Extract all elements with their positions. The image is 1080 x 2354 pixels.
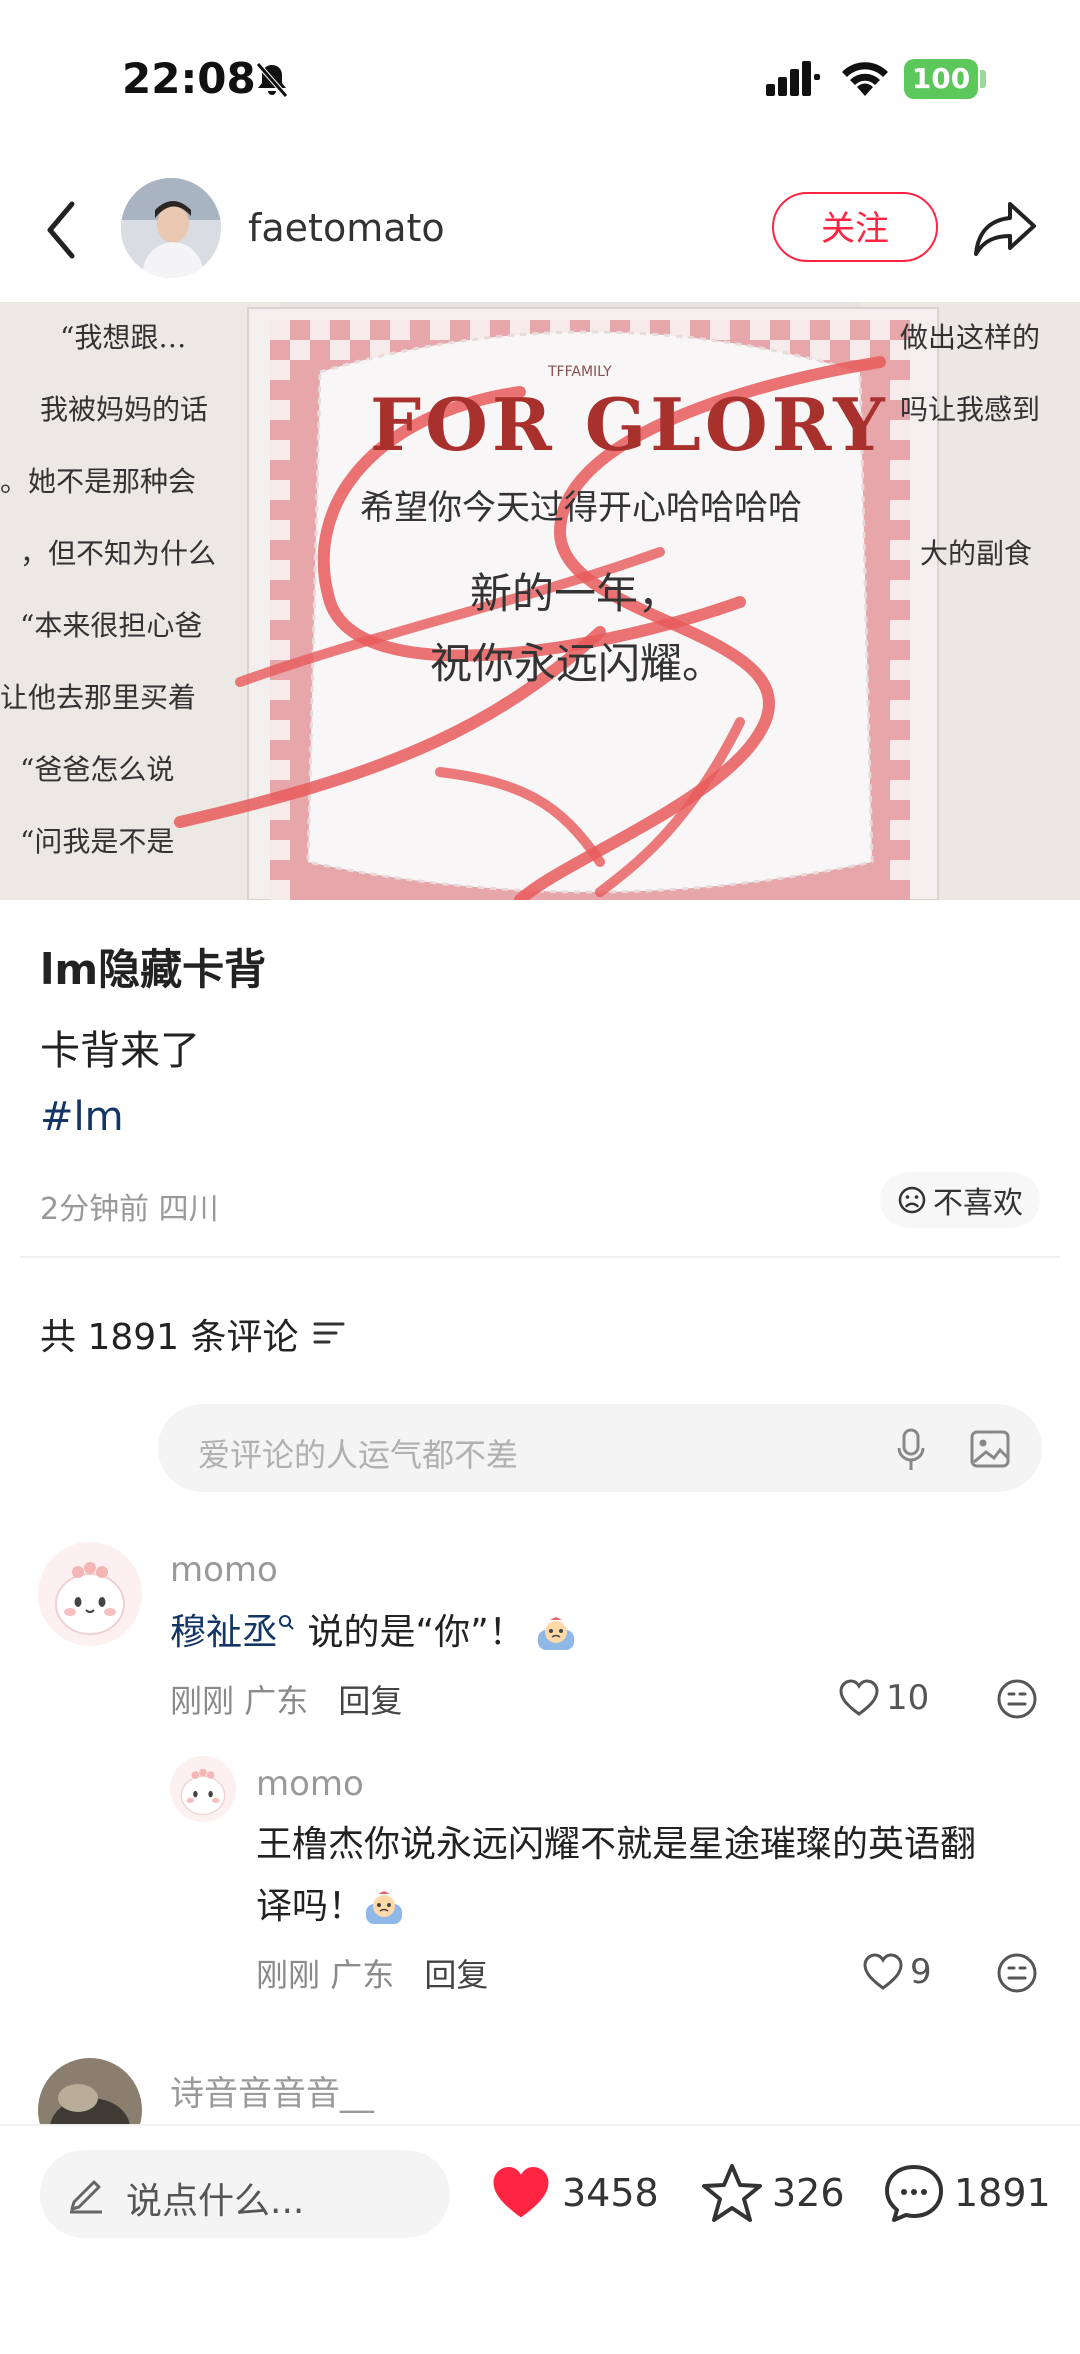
reply-avatar[interactable] (170, 1756, 236, 1822)
author-username[interactable]: faetomato (248, 206, 445, 250)
book-line: 做出这样的 (900, 321, 1041, 354)
bottom-bar-border (0, 2124, 1080, 2126)
book-line: ，但不知为什么 (20, 537, 217, 570)
comment-meta: 刚刚 广东 回复 (170, 1676, 402, 1722)
reply-text-line-end: 译吗！ (256, 1886, 365, 1927)
card-title: FOR GLORY (370, 382, 889, 467)
battery-indicator: 100 (904, 59, 978, 99)
reply-dislike-icon[interactable] (996, 1952, 1038, 1994)
favorite-button[interactable]: 326 (700, 2162, 845, 2224)
comment-dislike-icon[interactable] (996, 1678, 1038, 1720)
comment-count: 共 1891 条评论 (40, 1317, 299, 1358)
like-count: 3458 (562, 2171, 659, 2215)
comment-avatar[interactable] (38, 2058, 142, 2124)
star-icon (702, 2164, 762, 2222)
comment-author[interactable]: momo (170, 1550, 278, 1590)
microphone-icon[interactable] (896, 1428, 926, 1472)
book-line: 。她不是那种会 (0, 465, 197, 498)
dislike-button[interactable]: 不喜欢 (880, 1172, 1040, 1228)
comment-button[interactable]: 1891 (882, 2162, 1051, 2224)
heart-outline-icon (839, 1679, 879, 1716)
dislike-label: 不喜欢 (933, 1186, 1023, 1221)
follow-button[interactable]: 关注 (772, 192, 938, 262)
status-time: 22:08 (122, 54, 256, 103)
back-arrow-icon[interactable] (44, 200, 78, 260)
post-body: 卡背来了 (40, 1028, 200, 1074)
divider (20, 1256, 1060, 1258)
book-text-left: “我想跟… 我被妈妈的话 。她不是那种会 ，但不知为什么 “本来很担心爸 让他去… (0, 302, 260, 878)
search-icon (279, 1615, 294, 1630)
wifi-icon (842, 62, 888, 96)
reply-region: 广东 (330, 1956, 395, 1994)
frown-icon (898, 1186, 926, 1214)
card-brand: TFFAMILY (548, 364, 612, 380)
image-icon[interactable] (970, 1430, 1010, 1468)
book-line: 我被妈妈的话 (40, 393, 209, 426)
heart-filled-icon (493, 2167, 549, 2218)
comment-avatar[interactable] (38, 1542, 142, 1646)
like-button[interactable]: 3458 (488, 2164, 659, 2222)
reply-meta: 刚刚 广东 回复 (256, 1950, 488, 1996)
signal-icon (766, 61, 820, 96)
comment-like-count: 10 (886, 1678, 930, 1718)
reply-text: 王橹杰你说永远闪耀不就是星途璀璨的英语翻 译吗！ (256, 1814, 1056, 1938)
book-text-right: 做出这样的 吗让我感到 大的副食 (900, 302, 1040, 590)
reply-button[interactable]: 回复 (338, 1682, 402, 1720)
comment-author[interactable]: 诗音音音音__ (170, 2066, 374, 2115)
crying-emoji-icon (538, 1617, 575, 1650)
post-meta: 2分钟前 四川 (40, 1192, 219, 1227)
sort-icon[interactable] (312, 1318, 346, 1348)
reply-text-line-2: 译吗！ (256, 1876, 1056, 1938)
comment-body: 说的是“你”！ (307, 1612, 525, 1653)
book-line: “爸爸怎么说 (20, 753, 175, 786)
comment-region: 广东 (244, 1682, 309, 1720)
reply-author[interactable]: momo (256, 1764, 364, 1804)
battery-tip (980, 70, 986, 88)
heart-outline-icon (863, 1953, 903, 1990)
author-avatar[interactable] (121, 178, 221, 278)
comment-mention[interactable]: 穆祉丞 (170, 1612, 278, 1653)
comment-text: 穆祉丞 说的是“你”！ (170, 1602, 576, 1664)
book-line: “问我是不是 (20, 825, 175, 858)
book-line: 吗让我感到 (900, 393, 1041, 426)
reply-like-button[interactable]: 9 (862, 1952, 932, 1992)
reply-time: 刚刚 (256, 1956, 321, 1994)
chat-bubble-icon (885, 2165, 943, 2222)
book-line: “我想跟… (60, 321, 187, 354)
reply-button[interactable]: 回复 (424, 1956, 488, 1994)
comment-time: 刚刚 (170, 1682, 235, 1720)
card-handwriting-2: 新的一年， (470, 569, 681, 618)
favorite-count: 326 (772, 2171, 845, 2215)
book-line: 大的副食 (920, 537, 1033, 570)
post-photo[interactable]: TFFAMILY FOR GLORY 希望你今天过得开心哈哈哈哈 新的一年， 祝… (0, 302, 1080, 900)
reply-like-count: 9 (910, 1952, 932, 1992)
reply-text-line: 王橹杰你说永远闪耀不就是星途璀璨的英语翻 (256, 1824, 977, 1865)
post-hashtag[interactable]: #lm (40, 1094, 124, 1140)
comment-input-placeholder: 爱评论的人运气都不差 (198, 1436, 519, 1474)
book-line: “本来很担心爸 (20, 609, 203, 642)
crying-emoji-icon (366, 1891, 403, 1924)
card-handwriting-3: 祝你永远闪耀。 (430, 639, 725, 688)
card-handwriting-1: 希望你今天过得开心哈哈哈哈 (360, 488, 802, 528)
bottom-input-placeholder: 说点什么... (126, 2181, 305, 2222)
pencil-icon (70, 2180, 102, 2214)
bell-mute-icon (256, 62, 288, 98)
share-icon[interactable] (972, 198, 1038, 258)
book-line: 让他去那里买着 (0, 681, 197, 714)
post-title: lm隐藏卡背 (40, 945, 267, 994)
comment-total: 1891 (954, 2171, 1051, 2215)
comment-like-button[interactable]: 10 (838, 1678, 929, 1718)
